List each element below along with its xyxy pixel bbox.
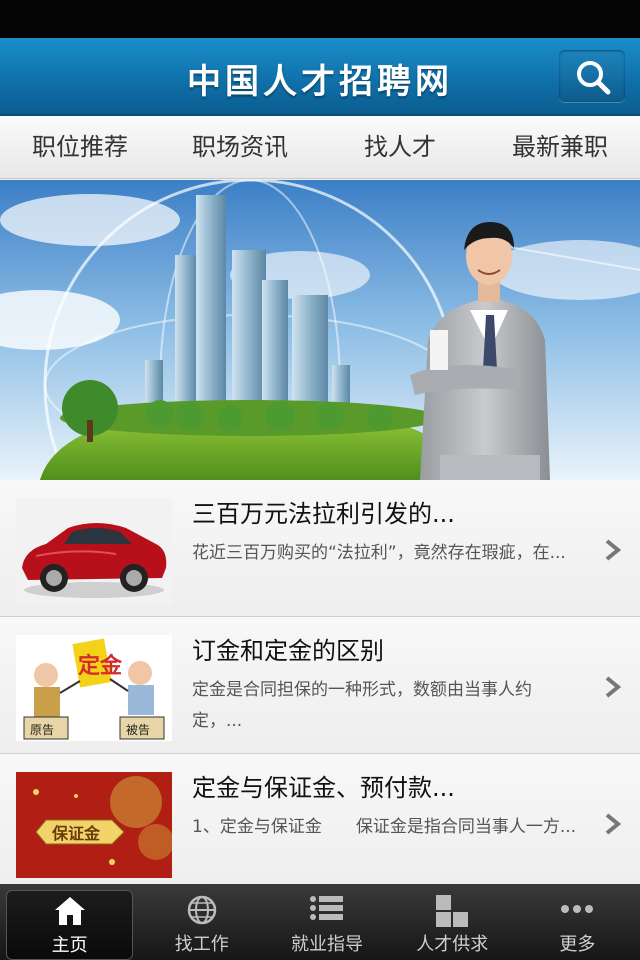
- chevron-right-icon: [605, 539, 622, 561]
- guarantee-label: 保证金: [51, 824, 101, 843]
- article-summary: 1、定金与保证金 保证金是指合同当事人一方...: [192, 817, 577, 837]
- tab-part-time[interactable]: 最新兼职: [480, 116, 640, 178]
- app-header: 中国人才招聘网: [0, 38, 640, 116]
- search-button[interactable]: [559, 50, 625, 102]
- article-summary: 定金是合同担保的一种形式，数额由当事人约定，...: [192, 680, 532, 731]
- tab-job-recommend[interactable]: 职位推荐: [0, 116, 160, 178]
- globe-icon: [187, 895, 217, 925]
- chevron-right-icon: [605, 813, 622, 835]
- tab-label: 主页: [51, 935, 88, 956]
- tab-label: 找工作: [174, 934, 229, 955]
- tab-label: 就业指导: [291, 934, 363, 955]
- tab-home[interactable]: 主页: [6, 890, 134, 960]
- thumbnail-guarantee: 保证金: [16, 772, 172, 878]
- thumbnail-ferrari: [16, 498, 172, 604]
- deposit-label: 定金: [78, 653, 123, 679]
- blocks-icon: [436, 895, 469, 927]
- tab-career-guide[interactable]: 就业指导: [264, 884, 389, 960]
- status-bar: [0, 0, 640, 38]
- article-title: 订金和定金的区别: [192, 637, 384, 665]
- plaintiff-label: 原告: [30, 723, 54, 737]
- chevron-right-icon: [605, 676, 622, 698]
- list-icon: [310, 896, 343, 920]
- article-summary: 花近三百万购买的“法拉利”，竟然存在瑕疵，在...: [192, 543, 566, 563]
- tab-find-job[interactable]: 找工作: [139, 884, 264, 960]
- category-nav: 职位推荐 职场资讯 找人才 最新兼职: [0, 116, 640, 179]
- search-icon: [577, 61, 611, 95]
- article-list: 三百万元法拉利引发的... 花近三百万购买的“法拉利”，竟然存在瑕疵，在... …: [0, 480, 640, 891]
- banner-image: [0, 180, 640, 480]
- tab-label: 人才供求: [416, 934, 489, 955]
- article-title: 三百万元法拉利引发的...: [192, 500, 455, 528]
- bottom-tab-bar: 主页 找工作 就业指导 人才供求 更多: [0, 884, 640, 960]
- list-item[interactable]: 三百万元法拉利引发的... 花近三百万购买的“法拉利”，竟然存在瑕疵，在...: [0, 480, 640, 617]
- page-title: 中国人才招聘网: [187, 62, 453, 102]
- more-icon: [561, 905, 594, 913]
- thumbnail-deposit-cartoon: 定金 原告 被告: [16, 635, 172, 741]
- defendant-label: 被告: [126, 723, 150, 737]
- tab-find-talent[interactable]: 找人才: [320, 116, 480, 178]
- home-icon: [54, 897, 85, 925]
- tab-label: 更多: [559, 934, 596, 955]
- tab-talent-market[interactable]: 人才供求: [390, 884, 515, 960]
- list-item[interactable]: 保证金 定金与保证金、预付款... 1、定金与保证金 保证金是指合同当事人一方.…: [0, 754, 640, 891]
- tab-more[interactable]: 更多: [515, 884, 640, 960]
- tab-workplace-news[interactable]: 职场资讯: [160, 116, 320, 178]
- article-title: 定金与保证金、预付款...: [192, 774, 455, 802]
- banner-carousel[interactable]: [0, 180, 640, 480]
- list-item[interactable]: 定金 原告 被告 订金和定金的区别 定金是合同担保的一种形式，数额由当事人约定，…: [0, 617, 640, 754]
